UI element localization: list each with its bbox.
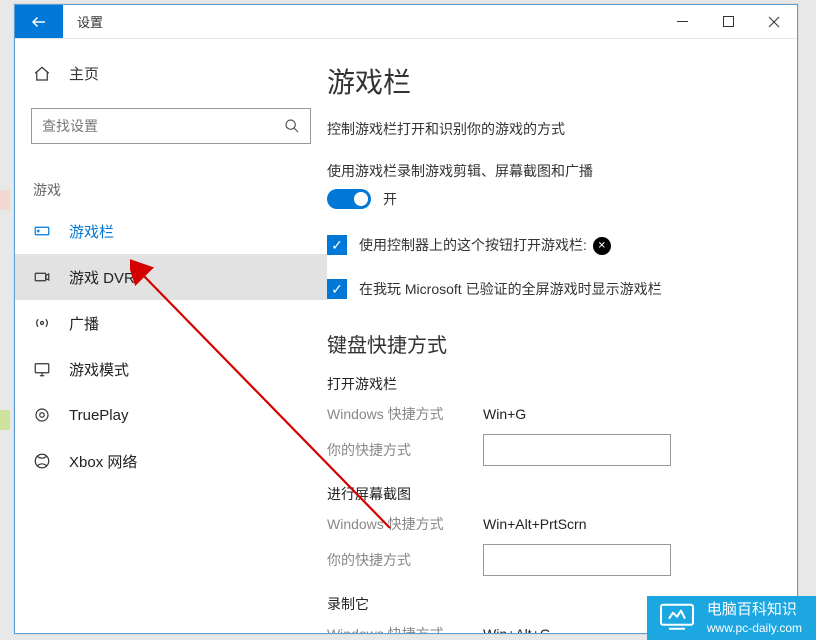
search-icon bbox=[274, 118, 310, 134]
your-shortcut-label: 你的快捷方式 bbox=[327, 440, 483, 460]
toggle-row: 开 bbox=[327, 189, 789, 209]
close-icon bbox=[768, 16, 780, 28]
sidebar-item-game-bar[interactable]: 游戏栏 bbox=[15, 208, 327, 254]
fullscreen-checkbox[interactable]: ✓ bbox=[327, 279, 347, 299]
bg-decoration bbox=[0, 190, 10, 210]
shortcut-block-open-game-bar: 打开游戏栏 Windows 快捷方式 Win+G 你的快捷方式 bbox=[327, 374, 789, 466]
arrow-left-icon bbox=[30, 13, 48, 31]
shortcut-title: 进行屏幕截图 bbox=[327, 484, 789, 504]
close-button[interactable] bbox=[751, 5, 797, 38]
back-button[interactable] bbox=[15, 5, 63, 38]
shortcut-value: Win+Alt+PrtScrn bbox=[483, 516, 789, 532]
shortcut-row: 你的快捷方式 bbox=[327, 544, 789, 576]
sidebar-item-label: 广播 bbox=[69, 313, 99, 334]
shortcut-row: Windows 快捷方式 Win+Alt+PrtScrn bbox=[327, 514, 789, 534]
sidebar-item-xbox-network[interactable]: Xbox 网络 bbox=[15, 438, 327, 484]
shortcut-value: Win+G bbox=[483, 406, 789, 422]
home-button[interactable]: 主页 bbox=[15, 53, 327, 94]
sidebar-item-trueplay[interactable]: TruePlay bbox=[15, 392, 327, 438]
sidebar-item-label: 游戏 DVR bbox=[69, 267, 135, 288]
shortcut-block-screenshot: 进行屏幕截图 Windows 快捷方式 Win+Alt+PrtScrn 你的快捷… bbox=[327, 484, 789, 576]
watermark-url: www.pc-daily.com bbox=[707, 620, 802, 636]
maximize-icon bbox=[723, 16, 734, 27]
game-mode-icon bbox=[33, 360, 51, 378]
your-shortcut-input[interactable] bbox=[483, 434, 671, 466]
watermark-title: 电脑百科知识 bbox=[707, 600, 797, 620]
checkbox-label: 在我玩 Microsoft 已验证的全屏游戏时显示游戏栏 bbox=[359, 279, 662, 299]
titlebar: 设置 bbox=[15, 5, 797, 39]
window-body: 主页 游戏 游戏栏 游戏 DVR bbox=[15, 39, 797, 633]
game-bar-icon bbox=[33, 222, 51, 240]
home-label: 主页 bbox=[69, 63, 99, 84]
xbox-network-icon bbox=[33, 452, 51, 470]
windows-shortcut-label: Windows 快捷方式 bbox=[327, 514, 483, 534]
broadcast-icon bbox=[33, 314, 51, 332]
shortcuts-heading: 键盘快捷方式 bbox=[327, 329, 789, 358]
trueplay-icon bbox=[33, 406, 51, 424]
search-input[interactable] bbox=[32, 118, 274, 134]
page-title: 游戏栏 bbox=[327, 61, 789, 101]
sidebar-item-game-dvr[interactable]: 游戏 DVR bbox=[15, 254, 327, 300]
checkbox-row-fullscreen: ✓ 在我玩 Microsoft 已验证的全屏游戏时显示游戏栏 bbox=[327, 279, 789, 299]
search-box[interactable] bbox=[31, 108, 311, 144]
sidebar-item-label: TruePlay bbox=[69, 407, 128, 424]
xbox-controller-icon bbox=[593, 237, 611, 255]
sidebar-item-broadcast[interactable]: 广播 bbox=[15, 300, 327, 346]
home-icon bbox=[33, 65, 51, 83]
controller-checkbox[interactable]: ✓ bbox=[327, 235, 347, 255]
page-description: 控制游戏栏打开和识别你的游戏的方式 bbox=[327, 119, 789, 139]
settings-window: 设置 主页 bbox=[14, 4, 798, 634]
your-shortcut-label: 你的快捷方式 bbox=[327, 550, 483, 570]
watermark-icon bbox=[659, 601, 695, 636]
toggle-state-text: 开 bbox=[383, 189, 397, 209]
checkbox-row-controller: ✓ 使用控制器上的这个按钮打开游戏栏: bbox=[327, 235, 789, 255]
shortcut-row: Windows 快捷方式 Win+G bbox=[327, 404, 789, 424]
your-shortcut-input[interactable] bbox=[483, 544, 671, 576]
windows-shortcut-label: Windows 快捷方式 bbox=[327, 624, 483, 633]
titlebar-drag-region[interactable] bbox=[117, 5, 659, 38]
window-title: 设置 bbox=[63, 5, 117, 38]
section-header: 游戏 bbox=[15, 152, 327, 208]
shortcut-row: 你的快捷方式 bbox=[327, 434, 789, 466]
checkbox-label: 使用控制器上的这个按钮打开游戏栏: bbox=[359, 235, 611, 255]
windows-shortcut-label: Windows 快捷方式 bbox=[327, 404, 483, 424]
sidebar-item-game-mode[interactable]: 游戏模式 bbox=[15, 346, 327, 392]
minimize-icon bbox=[677, 16, 688, 27]
sidebar-item-label: Xbox 网络 bbox=[69, 451, 137, 472]
game-bar-toggle[interactable] bbox=[327, 189, 371, 209]
maximize-button[interactable] bbox=[705, 5, 751, 38]
toggle-knob bbox=[354, 192, 368, 206]
minimize-button[interactable] bbox=[659, 5, 705, 38]
toggle-label: 使用游戏栏录制游戏剪辑、屏幕截图和广播 bbox=[327, 161, 789, 181]
watermark: 电脑百科知识 www.pc-daily.com bbox=[647, 596, 816, 640]
sidebar-item-label: 游戏模式 bbox=[69, 359, 129, 380]
window-controls bbox=[659, 5, 797, 38]
bg-decoration bbox=[0, 410, 10, 430]
shortcut-title: 打开游戏栏 bbox=[327, 374, 789, 394]
sidebar: 主页 游戏 游戏栏 游戏 DVR bbox=[15, 39, 327, 633]
dvr-icon bbox=[33, 268, 51, 286]
sidebar-item-label: 游戏栏 bbox=[69, 221, 114, 242]
content-area: 游戏栏 控制游戏栏打开和识别你的游戏的方式 使用游戏栏录制游戏剪辑、屏幕截图和广… bbox=[327, 39, 797, 633]
